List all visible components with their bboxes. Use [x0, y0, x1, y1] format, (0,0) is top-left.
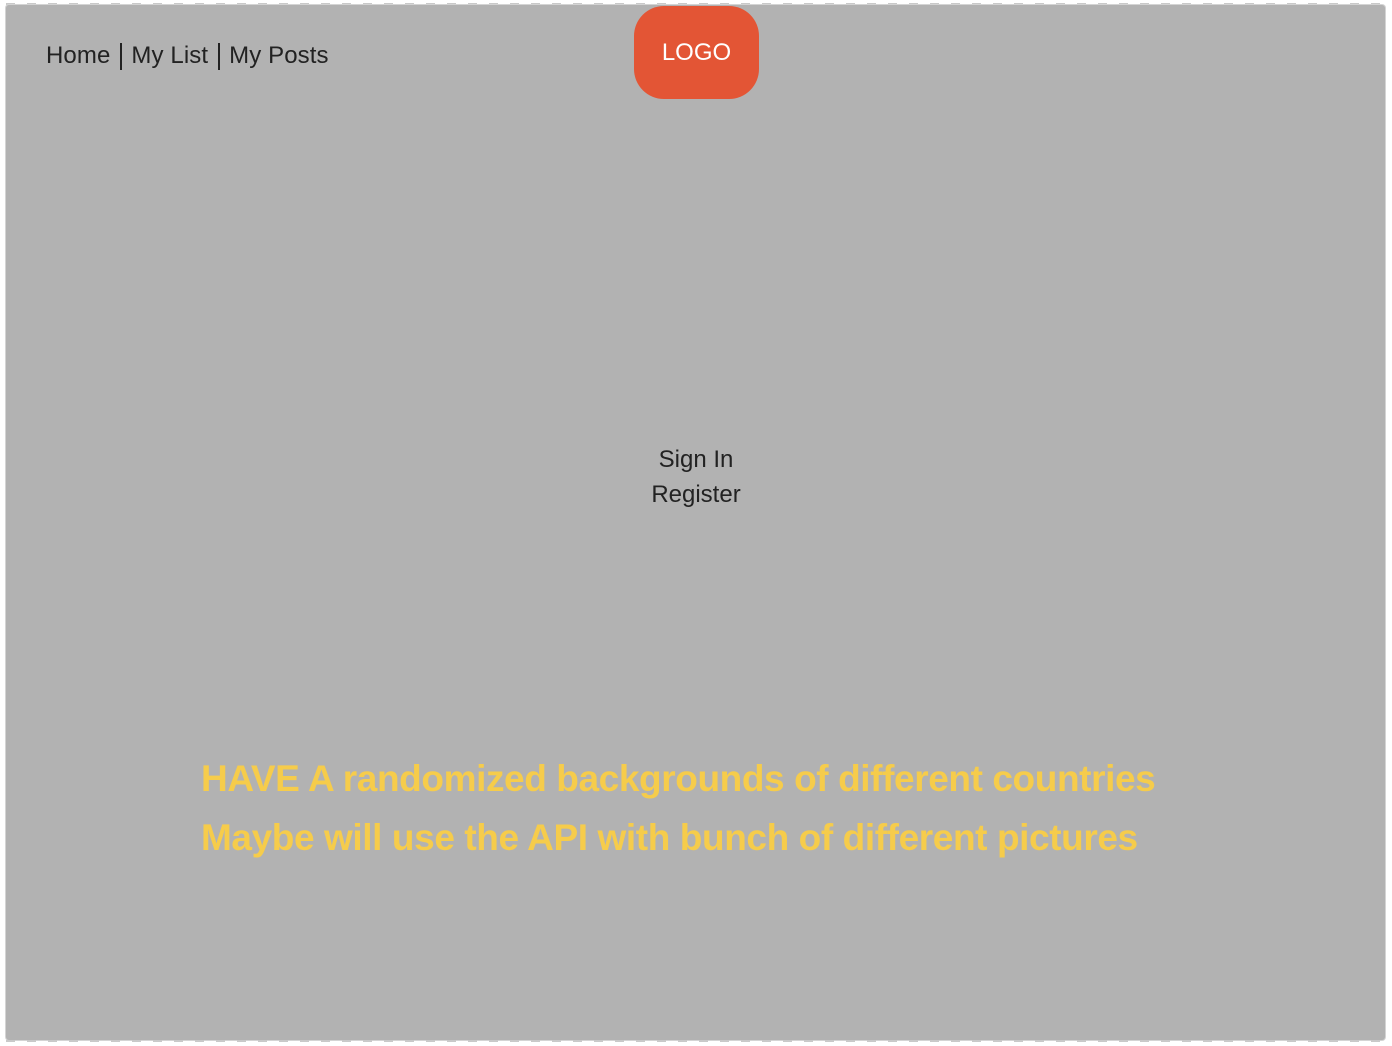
- logo-label: LOGO: [661, 38, 732, 66]
- sign-in-link[interactable]: Sign In: [0, 442, 1392, 477]
- register-link[interactable]: Register: [0, 477, 1392, 512]
- nav-item-my-list[interactable]: My List: [131, 42, 208, 70]
- logo-button[interactable]: LOGO: [634, 6, 759, 99]
- nav-separator: [120, 42, 123, 70]
- nav-separator: [218, 42, 221, 70]
- note-line-1: HAVE A randomized backgrounds of differe…: [201, 758, 1156, 799]
- note-line-2: Maybe will use the API with bunch of dif…: [201, 817, 1138, 858]
- bottom-edge-decoration: [6, 1040, 1385, 1042]
- top-nav: Home My List My Posts: [46, 42, 329, 70]
- page-canvas: Home My List My Posts: [6, 5, 1385, 1040]
- placeholder-notes: HAVE A randomized backgrounds of differe…: [201, 749, 1156, 867]
- auth-links: Sign In Register: [0, 442, 1392, 512]
- nav-item-home[interactable]: Home: [46, 42, 110, 70]
- nav-item-my-posts[interactable]: My Posts: [229, 42, 328, 70]
